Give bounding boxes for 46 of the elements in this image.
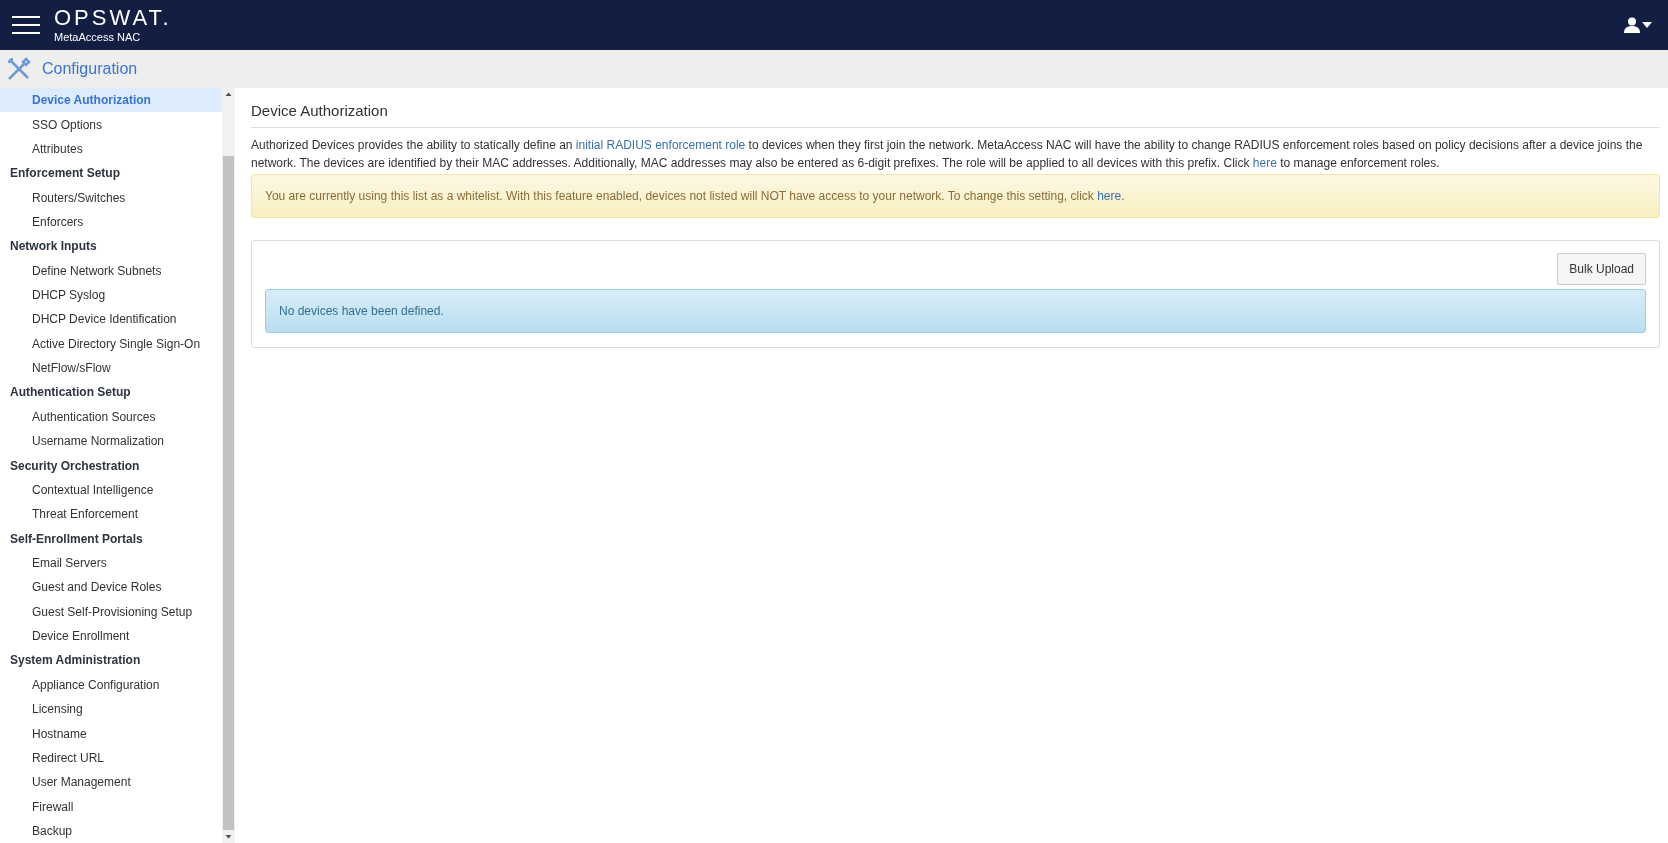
sidebar-item[interactable]: Define Network Subnets <box>0 258 222 283</box>
sidebar-item[interactable]: Routers/Switches <box>0 185 222 210</box>
sidebar-item[interactable]: Attributes <box>0 136 222 162</box>
sidebar-item[interactable]: Appliance Configuration <box>0 672 222 697</box>
sidebar-item[interactable]: Active Directory Single Sign-On <box>0 331 222 356</box>
empty-message: No devices have been defined. <box>265 289 1646 333</box>
scrollbar-thumb[interactable] <box>223 156 234 830</box>
page-title: Device Authorization <box>251 96 1660 128</box>
product-name: MetaAccess NAC <box>54 31 142 43</box>
sidebar-item[interactable]: Redirect URL <box>0 745 222 771</box>
sidebar-heading[interactable]: Enforcement Setup <box>0 161 222 186</box>
sidebar-item[interactable]: Device Enrollment <box>0 623 222 649</box>
sidebar-heading[interactable]: Authentication Setup <box>0 380 222 405</box>
inline-link[interactable]: initial RADIUS enforcement role <box>575 138 746 152</box>
sidebar-item[interactable]: Guest and Device Roles <box>0 575 222 600</box>
warning-alert: You are currently using this list as a whitelist. With this feature enabled, devices not listed will NOT have access to your network. To change this setting, click here. <box>251 174 1660 218</box>
sidebar-item[interactable]: Device Authorization <box>0 88 222 113</box>
sidebar-heading[interactable]: Network Inputs <box>0 234 222 259</box>
inline-link[interactable]: here <box>1252 156 1277 170</box>
sidebar-item[interactable]: Authentication Sources <box>0 404 222 430</box>
sidebar-item[interactable]: User Management <box>0 770 222 795</box>
sidebar-item[interactable]: Hostname <box>0 721 222 746</box>
sidebar-heading[interactable]: Self-Enrollment Portals <box>0 526 222 551</box>
sidebar-item[interactable]: DHCP Syslog <box>0 282 222 308</box>
menu-icon[interactable] <box>12 15 40 35</box>
sidebar-heading[interactable]: System Administration <box>0 648 222 673</box>
section-title: Configuration <box>42 60 138 78</box>
bulk-upload-button[interactable]: Bulk Upload <box>1557 253 1646 285</box>
sidebar-item[interactable]: Email Servers <box>0 550 222 576</box>
sidebar-item[interactable]: Firewall <box>0 794 222 819</box>
sidebar-item[interactable]: Username Normalization <box>0 429 222 454</box>
sidebar-heading[interactable]: Security Orchestration <box>0 453 222 478</box>
user-icon <box>1624 17 1640 33</box>
sidebar-item[interactable]: NetFlow/sFlow <box>0 355 222 381</box>
sidebar-item[interactable]: Threat Enforcement <box>0 502 222 527</box>
caret-icon <box>1642 22 1652 28</box>
sidebar-item[interactable]: Backup <box>0 818 222 843</box>
sidebar-item[interactable]: Guest Self-Provisioning Setup <box>0 599 222 624</box>
brand-logo: OPSWAT. <box>54 7 172 29</box>
tools-icon <box>6 56 32 82</box>
description-text: Authorized Devices provides the ability to statically define an initial RADIUS enforcement role to devices when they first join the network. MetaAccess NAC will have the ability to change RADIUS enforcement roles based on policy decisions after a device joins the network. The devices are identified by their MAC addresses. Additionally, MAC addresses may also be entered as 6-digit prefixes. The role will be applied to all devices with this prefix. Click here to manage enforcement roles. <box>251 137 1644 172</box>
sidebar-item[interactable]: Licensing <box>0 697 222 722</box>
sidebar-item[interactable]: Enforcers <box>0 209 222 235</box>
sidebar-item[interactable]: DHCP Device Identification <box>0 307 222 332</box>
sidebar-item[interactable]: SSO Options <box>0 112 222 137</box>
sidebar-item[interactable]: Contextual Intelligence <box>0 477 222 503</box>
